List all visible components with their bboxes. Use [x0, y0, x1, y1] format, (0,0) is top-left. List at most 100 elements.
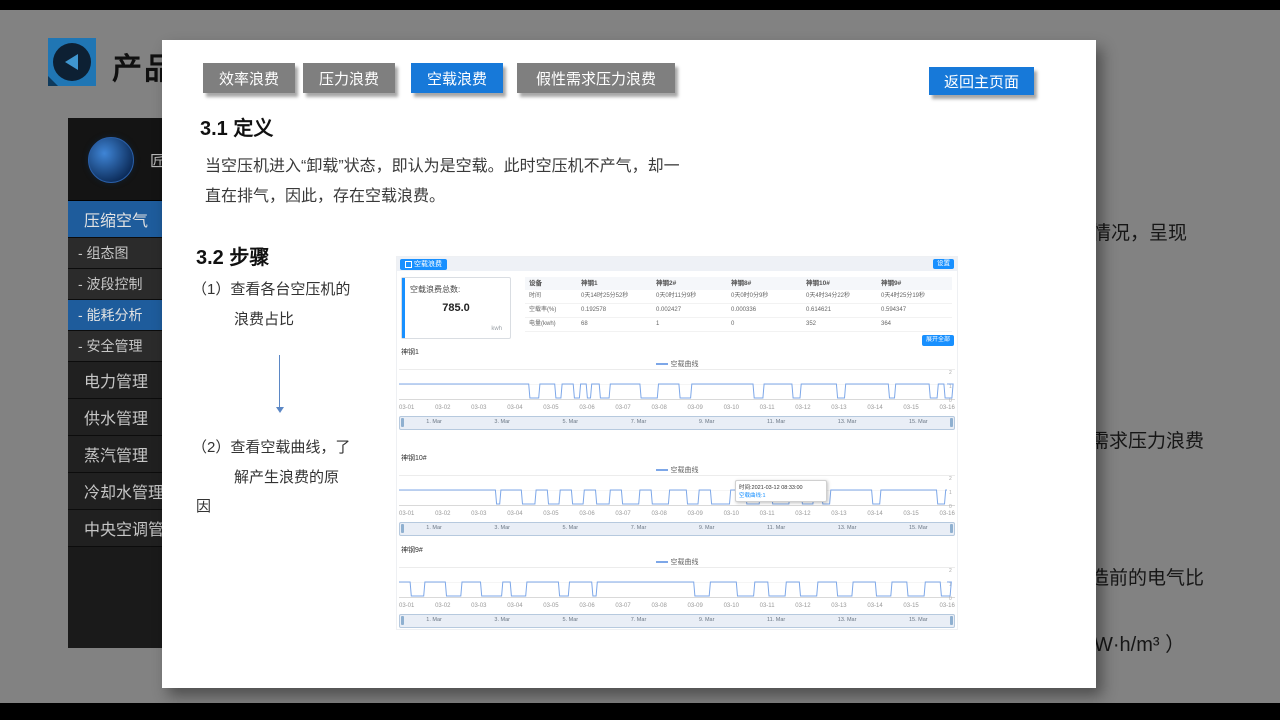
chart-shengang1: 神钢1 空载曲线 210 03-0103-0203-0303-0403-0503… [399, 347, 955, 447]
zoom-label: 1. Mar [426, 525, 442, 531]
back-arrow-icon [53, 43, 91, 81]
sidebar-item[interactable]: 蒸汽管理 [68, 436, 162, 473]
x-axis-label: 03-14 [867, 405, 882, 411]
tab-efficiency-waste[interactable]: 效率浪费 [203, 63, 295, 93]
zoom-label: 1. Mar [426, 617, 442, 623]
svg-text:0: 0 [949, 398, 952, 403]
x-axis-label: 03-02 [435, 511, 450, 517]
table-cell: 空载率(%) [525, 304, 577, 318]
sidebar-item[interactable]: - 波段控制 [68, 269, 162, 300]
zoom-label: 15. Mar [909, 419, 928, 425]
definition-text-line1: 当空压机进入“卸载”状态，即认为是空载。此时空压机不产气，却一 [205, 152, 680, 176]
x-axis-label: 03-16 [939, 405, 954, 411]
background-text-4: W·h/m³ ） [1094, 628, 1185, 657]
x-axis-label: 03-07 [615, 603, 630, 609]
zoom-handle-left[interactable] [401, 418, 404, 427]
zoom-label: 15. Mar [909, 617, 928, 623]
x-axis-label: 03-08 [651, 511, 666, 517]
zoom-handle-right[interactable] [950, 418, 953, 427]
datazoom-slider[interactable]: 1. Mar3. Mar5. Mar7. Mar9. Mar11. Mar13.… [399, 416, 955, 430]
table-cell: 68 [577, 318, 652, 332]
zoom-label: 5. Mar [563, 525, 579, 531]
down-arrow-icon [279, 355, 280, 407]
x-axis-label: 03-03 [471, 603, 486, 609]
x-axis-label: 03-05 [543, 405, 558, 411]
svg-text:1: 1 [949, 384, 952, 390]
table-cell: 0.000336 [727, 304, 802, 318]
x-axis-label: 03-09 [688, 405, 703, 411]
step1-text-line2: 浪费占比 [234, 308, 294, 329]
sidebar-item[interactable]: 压缩空气 [68, 201, 162, 238]
idle-curve-plot: 210 [399, 567, 955, 601]
x-axis-label: 03-13 [831, 603, 846, 609]
table-cell: 352 [802, 318, 877, 332]
x-axis-label: 03-02 [435, 405, 450, 411]
x-axis-label: 03-15 [903, 603, 918, 609]
x-axis-label: 03-06 [579, 405, 594, 411]
expand-all-button[interactable]: 展开全部 [922, 335, 954, 346]
zoom-label: 15. Mar [909, 525, 928, 531]
svg-text:2: 2 [949, 568, 952, 574]
zoom-label: 11. Mar [767, 617, 785, 623]
step2-text-line2: 解产生浪费的原 [234, 466, 339, 487]
sidebar-item[interactable]: 冷却水管理 [68, 473, 162, 510]
x-axis-label: 03-09 [688, 603, 703, 609]
x-axis-label: 03-10 [724, 511, 739, 517]
datazoom-slider[interactable]: 1. Mar3. Mar5. Mar7. Mar9. Mar11. Mar13.… [399, 522, 955, 536]
table-header-cell: 设备 [525, 277, 577, 290]
chart-shengang9: 神钢9# 空载曲线 210 03-0103-0203-0303-0403-050… [399, 545, 955, 645]
zoom-handle-right[interactable] [950, 524, 953, 533]
sidebar-item[interactable]: - 能耗分析 [68, 300, 162, 331]
legend-line-icon [656, 561, 668, 563]
table-cell: 1 [652, 318, 727, 332]
table-header-cell: 神钢2# [652, 277, 727, 290]
zoom-handle-left[interactable] [401, 524, 404, 533]
x-axis-label: 03-10 [724, 603, 739, 609]
chart-title: 神钢1 [401, 347, 419, 357]
tab-idle-waste[interactable]: 空载浪费 [411, 63, 503, 93]
zoom-handle-left[interactable] [401, 616, 404, 625]
x-axis-label: 03-05 [543, 511, 558, 517]
x-axis-label: 03-04 [507, 603, 522, 609]
sidebar-item[interactable]: 供水管理 [68, 399, 162, 436]
x-axis-label: 03-13 [831, 405, 846, 411]
zoom-label: 7. Mar [631, 525, 647, 531]
x-axis-label: 03-04 [507, 405, 522, 411]
x-axis-label: 03-09 [688, 511, 703, 517]
x-axis-label: 03-06 [579, 603, 594, 609]
sidebar-item[interactable]: - 组态图 [68, 238, 162, 269]
x-axis-label: 03-12 [795, 405, 810, 411]
sidebar-item[interactable]: - 安全管理 [68, 331, 162, 362]
total-value: 785.0 [402, 302, 510, 314]
settings-button[interactable]: 设置 [933, 259, 954, 269]
zoom-label: 7. Mar [631, 419, 647, 425]
chart-shengang10: 神钢10# 空载曲线 210 时间:2021-03-12 08:33:00 空载… [399, 453, 955, 553]
steps-heading: 3.2 步骤 [196, 241, 269, 270]
sidebar-item[interactable]: 电力管理 [68, 362, 162, 399]
x-axis-label: 03-12 [795, 511, 810, 517]
sidebar-item[interactable]: 中央空调管理 [68, 510, 162, 547]
datazoom-slider[interactable]: 1. Mar3. Mar5. Mar7. Mar9. Mar11. Mar13.… [399, 614, 955, 628]
svg-text:1: 1 [949, 490, 952, 496]
step2-text-line3: 因 [196, 495, 211, 516]
x-axis-label: 03-02 [435, 603, 450, 609]
table-header-cell: 神钢1 [577, 277, 652, 290]
table-cell: 364 [877, 318, 952, 332]
table-cell: 0天4时25分19秒 [877, 290, 952, 304]
table-cell: 0天0时0分9秒 [727, 290, 802, 304]
x-axis-label: 03-16 [939, 603, 954, 609]
background-text-2: 需求压力浪费 [1090, 426, 1204, 453]
zoom-label: 3. Mar [494, 419, 510, 425]
background-text-1: 情况，呈现 [1092, 218, 1187, 245]
tab-false-demand-pressure-waste[interactable]: 假性需求压力浪费 [517, 63, 675, 93]
definition-heading: 3.1 定义 [200, 112, 273, 141]
x-axis-label: 03-01 [399, 511, 414, 517]
zoom-handle-right[interactable] [950, 616, 953, 625]
return-home-button[interactable]: 返回主页面 [929, 67, 1034, 95]
zoom-label: 5. Mar [563, 617, 579, 623]
tab-pressure-waste[interactable]: 压力浪费 [303, 63, 395, 93]
zoom-label: 9. Mar [699, 419, 715, 425]
zoom-label: 7. Mar [631, 617, 647, 623]
back-button-badge[interactable] [48, 38, 96, 86]
idle-curve-plot: 210 [399, 475, 955, 509]
